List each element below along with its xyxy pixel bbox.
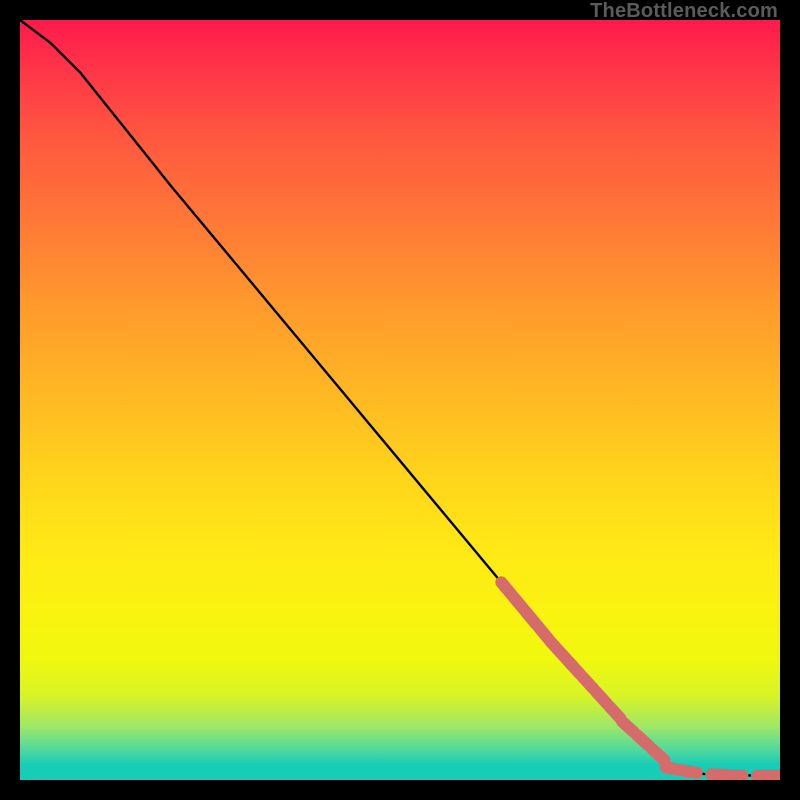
data-marker	[583, 677, 594, 689]
attribution-text: TheBottleneck.com	[590, 0, 778, 23]
data-marker	[726, 775, 742, 776]
data-markers	[501, 582, 780, 775]
data-marker	[637, 735, 649, 746]
data-marker	[681, 770, 697, 773]
data-marker	[622, 721, 634, 732]
chart-svg	[20, 20, 780, 780]
data-marker	[653, 749, 665, 760]
data-marker	[609, 706, 620, 718]
bottleneck-curve	[20, 20, 780, 775]
chart-frame	[20, 20, 780, 780]
data-marker	[569, 662, 580, 674]
data-marker	[596, 692, 607, 704]
